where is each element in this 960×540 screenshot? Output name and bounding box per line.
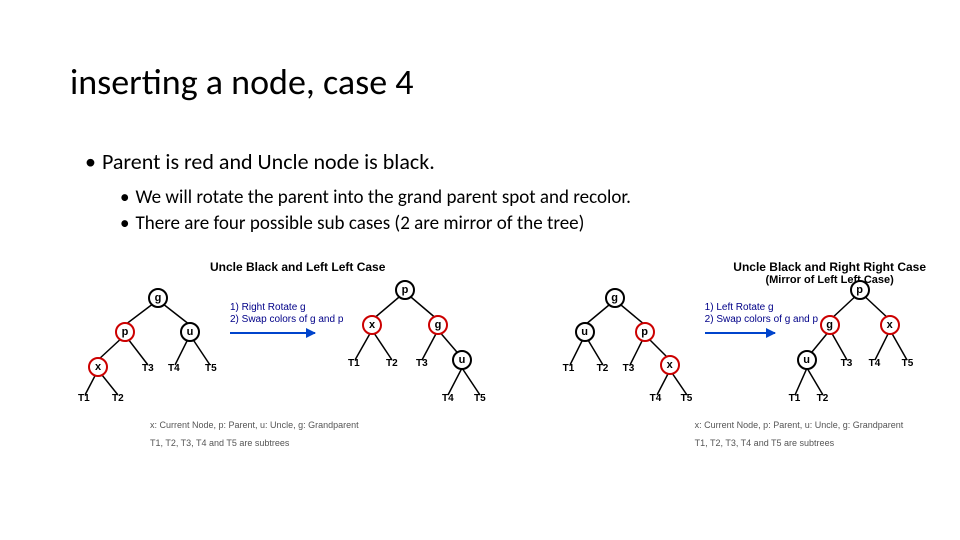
subtree-T2: T2 [112, 393, 124, 404]
subtree-T1-r-after: T1 [789, 393, 801, 404]
arrow-left [230, 332, 315, 334]
node-p: p [115, 322, 135, 342]
edges-left-before [70, 260, 270, 420]
right-note: T1, T2, T3, T4 and T5 are subtrees [695, 438, 834, 448]
node-g-r-after: g [820, 315, 840, 335]
node-g: g [148, 288, 168, 308]
node-p-r: p [635, 322, 655, 342]
subtree-T3: T3 [142, 363, 154, 374]
bullet-sub-2-text: There are four possible sub cases (2 are… [135, 212, 584, 235]
bullet-main-text: Parent is red and Uncle node is black. [102, 148, 435, 175]
node-p-after: p [395, 280, 415, 300]
node-g-r: g [605, 288, 625, 308]
left-note: T1, T2, T3, T4 and T5 are subtrees [150, 438, 289, 448]
left-title: Uncle Black and Left Left Case [210, 260, 385, 274]
edges-right-before [545, 260, 725, 420]
subtree-T2-after: T2 [386, 358, 398, 369]
node-x-r-after: x [880, 315, 900, 335]
edges-left-after [330, 260, 530, 430]
bullet-sub-2: • There are four possible sub cases (2 ar… [120, 212, 584, 235]
bullet-dot: • [85, 148, 96, 175]
right-legend: x: Current Node, p: Parent, u: Uncle, g:… [695, 420, 904, 430]
right-step1: 1) Left Rotate g [705, 302, 774, 313]
bullet-sub-1: • We will rotate the parent into the gran… [120, 186, 631, 209]
subtree-T4-r-after: T4 [869, 358, 881, 369]
left-legend: x: Current Node, p: Parent, u: Uncle, g:… [150, 420, 359, 430]
subtree-T1-r: T1 [563, 363, 575, 374]
subtree-T4-after: T4 [442, 393, 454, 404]
subtree-T3-r-after: T3 [841, 358, 853, 369]
diagram-left-left-case: Uncle Black and Left Left Case g p u x T… [70, 260, 525, 460]
subtree-T3-after: T3 [416, 358, 428, 369]
bullet-main: •Parent is red and Uncle node is black. [85, 148, 435, 175]
node-g-after: g [428, 315, 448, 335]
node-u: u [180, 322, 200, 342]
bullet-sub-1-text: We will rotate the parent into the grand… [135, 186, 630, 209]
node-x: x [88, 357, 108, 377]
subtree-T5-r: T5 [681, 393, 693, 404]
right-step2: 2) Swap colors of g and p [705, 314, 818, 325]
left-step1: 1) Right Rotate g [230, 302, 306, 313]
diagram-right-right-case: Uncle Black and Right Right Case (Mirror… [545, 260, 940, 460]
subtree-T5-after: T5 [474, 393, 486, 404]
subtree-T2-r-after: T2 [817, 393, 829, 404]
node-u-after: u [452, 350, 472, 370]
node-p-r-after: p [850, 280, 870, 300]
arrow-right [705, 332, 775, 334]
left-step2: 2) Swap colors of g and p [230, 314, 343, 325]
node-u-r: u [575, 322, 595, 342]
subtree-T4-r: T4 [650, 393, 662, 404]
diagram-row: Uncle Black and Left Left Case g p u x T… [70, 260, 940, 460]
subtree-T1: T1 [78, 393, 90, 404]
node-x-after: x [362, 315, 382, 335]
subtree-T5-r-after: T5 [902, 358, 914, 369]
slide-title: inserting a node, case 4 [70, 60, 414, 104]
node-u-r-after: u [797, 350, 817, 370]
subtree-T1-after: T1 [348, 358, 360, 369]
bullet-dot: • [120, 212, 129, 235]
bullet-dot: • [120, 186, 129, 209]
subtree-T3-r: T3 [623, 363, 635, 374]
subtree-T4: T4 [168, 363, 180, 374]
node-x-r: x [660, 355, 680, 375]
right-subtitle: (Mirror of Left Left Case) [715, 274, 945, 286]
subtree-T2-r: T2 [597, 363, 609, 374]
right-title: Uncle Black and Right Right Case [715, 260, 945, 274]
subtree-T5: T5 [205, 363, 217, 374]
